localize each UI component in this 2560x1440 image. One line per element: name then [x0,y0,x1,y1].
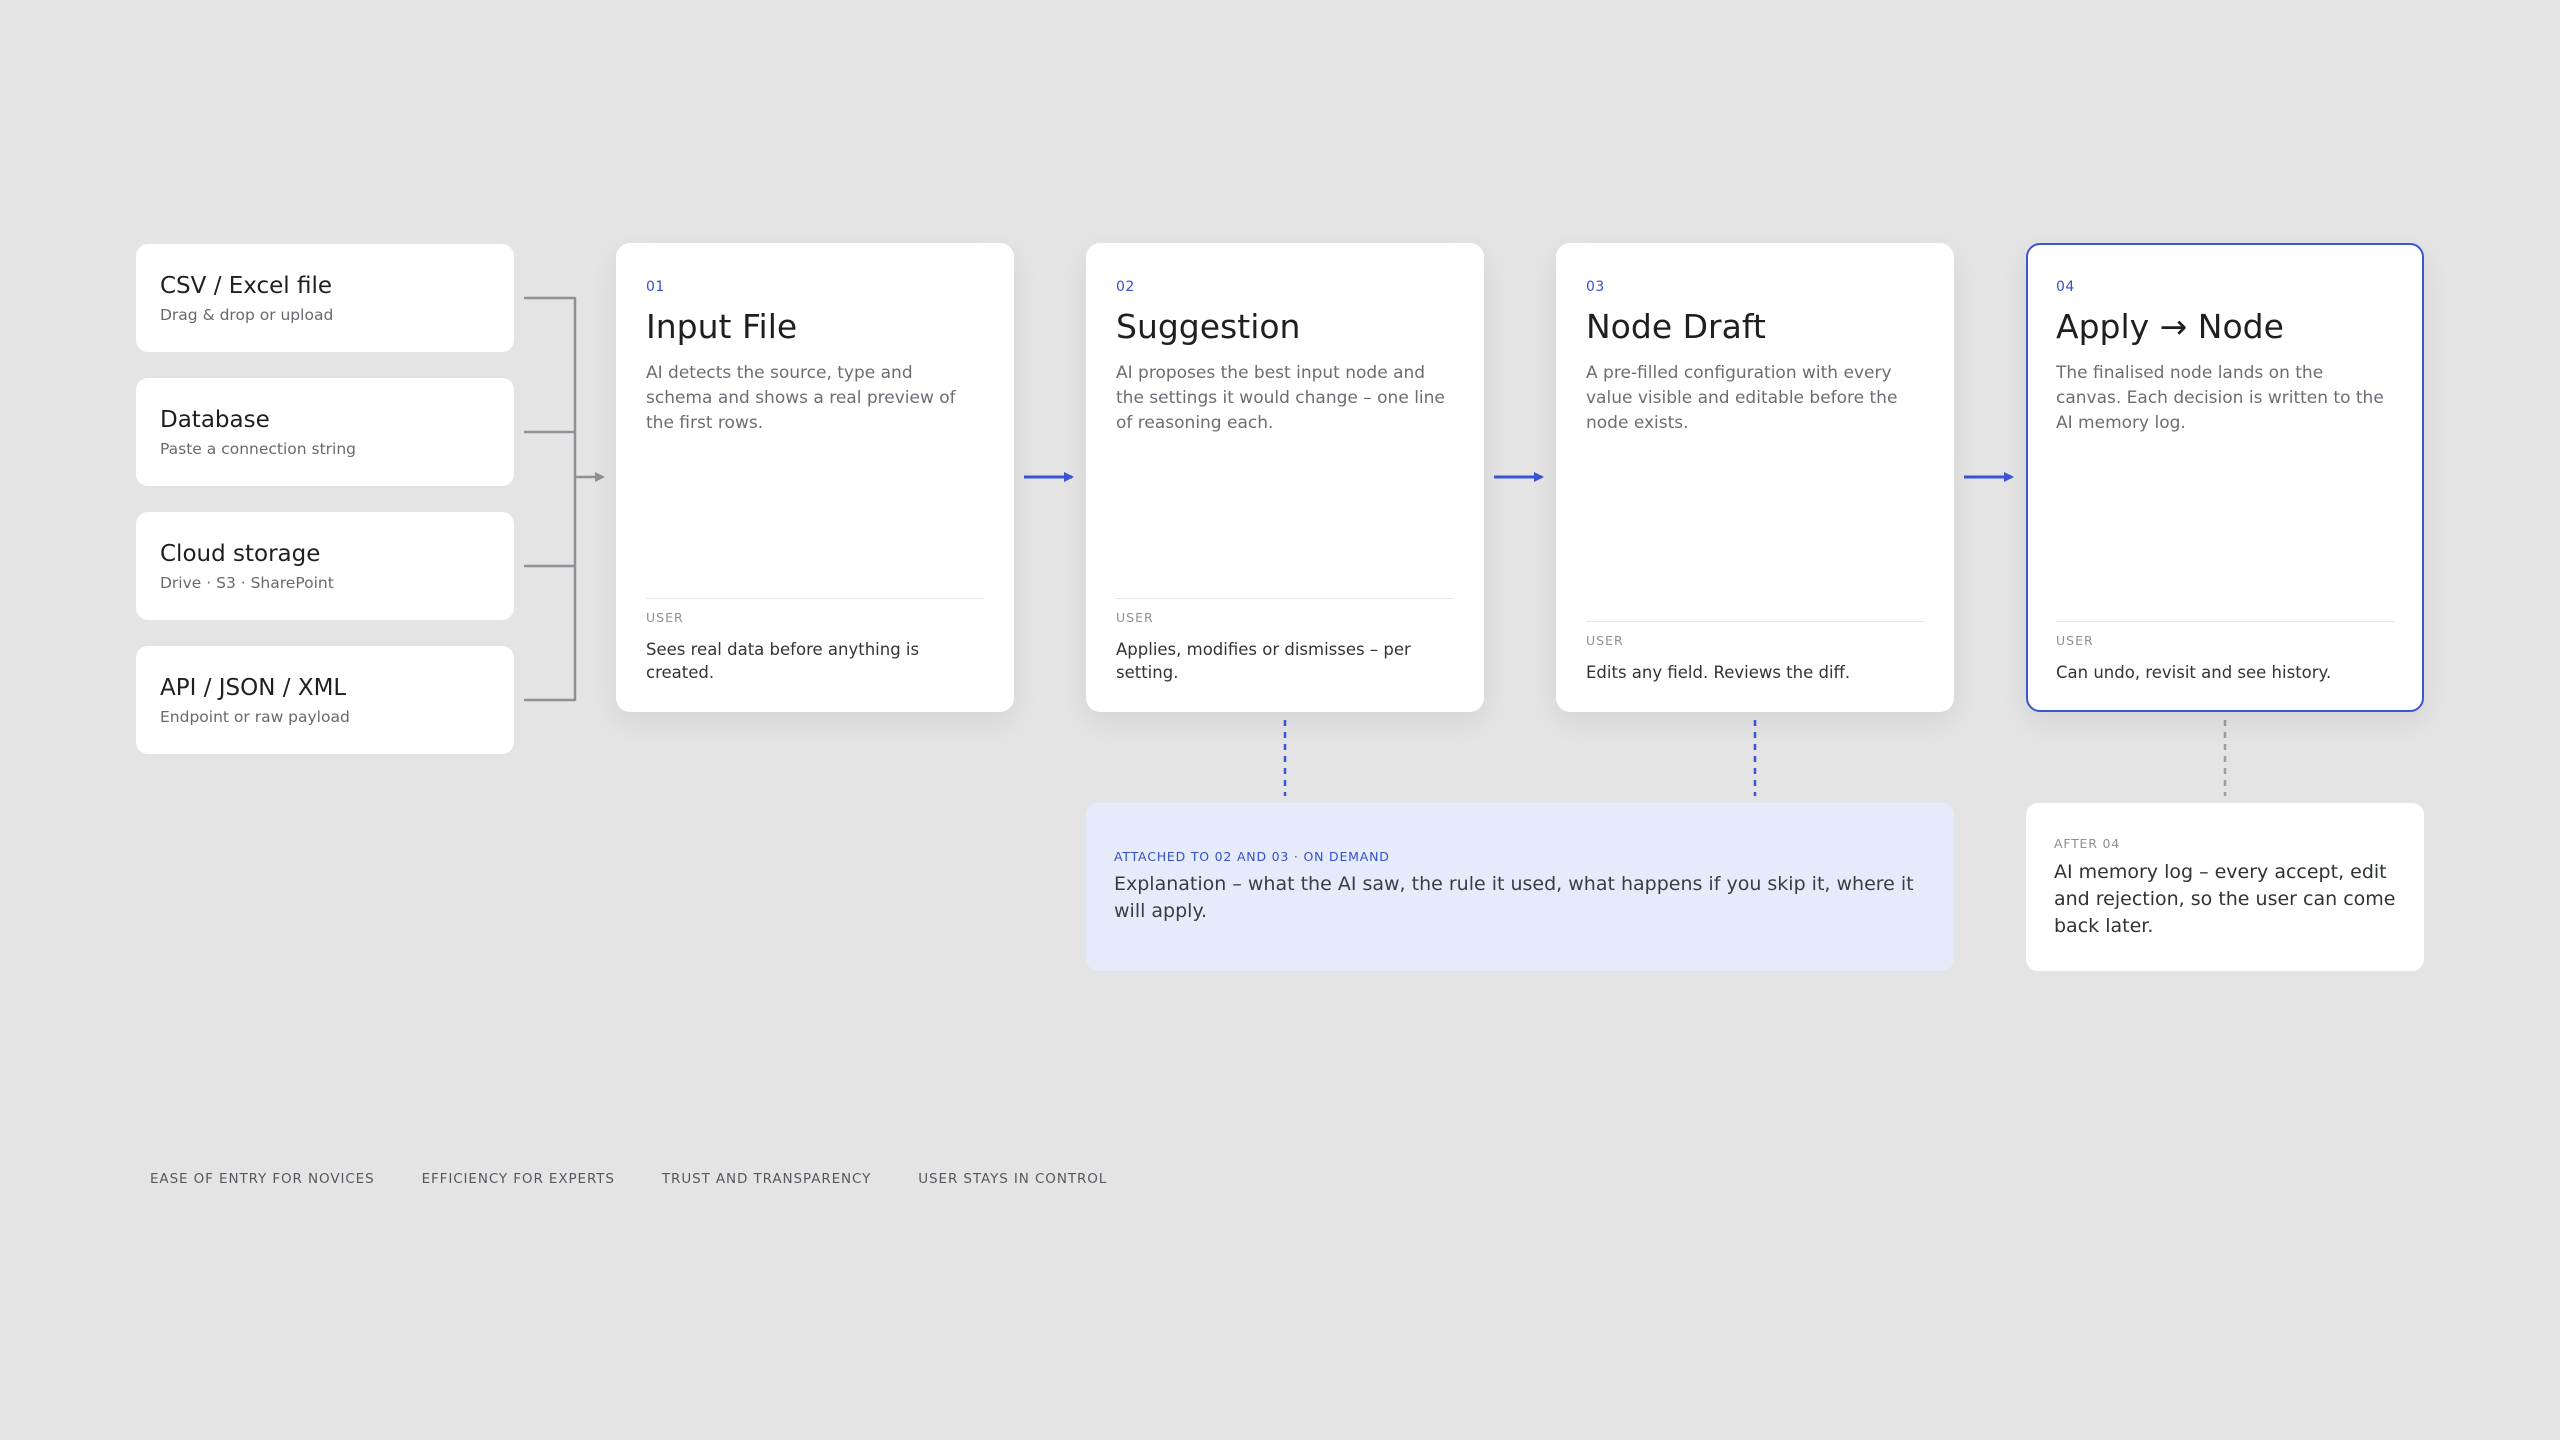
step-number: 04 [2056,279,2075,295]
step-user-section: USER Can undo, revisit and see history. [2056,621,2394,684]
step-card-input-file[interactable]: 01 Input File AI detects the source, typ… [616,243,1014,712]
principles-list: EASE OF ENTRY FOR NOVICES EFFICIENCY FOR… [150,1170,1107,1188]
step-card-apply-node[interactable]: 04 Apply → Node The finalised node lands… [2026,243,2424,712]
step-card-node-draft[interactable]: 03 Node Draft A pre-filled configuration… [1556,243,1954,712]
source-subtitle: Drive · S3 · SharePoint [160,574,334,592]
step-description: A pre-filled configuration with every va… [1586,363,1898,433]
step-user-text: Sees real data before anything is create… [646,640,920,682]
step-number: 01 [646,279,665,295]
step-role-label: USER [1116,610,1154,625]
divider [2056,621,2394,622]
source-title: Cloud storage [160,541,321,567]
source-card-csv-excel[interactable]: CSV / Excel file Drag & drop or upload [136,244,514,352]
step-user-text: Edits any field. Reviews the diff. [1586,663,1851,682]
step-role-label: USER [1586,633,1624,648]
memory-log-note-label: AFTER 04 [2054,836,2121,851]
principle-item: EASE OF ENTRY FOR NOVICES [150,1171,375,1187]
explanation-note[interactable]: ATTACHED TO 02 AND 03 · ON DEMAND Explan… [1086,803,1954,971]
step-description: The finalised node lands on the canvas. … [2056,363,2384,433]
step-description: AI proposes the best input node and the … [1116,363,1445,433]
step-card-suggestion[interactable]: 02 Suggestion AI proposes the best input… [1086,243,1484,712]
source-card-database[interactable]: Database Paste a connection string [136,378,514,486]
divider [646,598,984,599]
explanation-note-text: Explanation – what the AI saw, the rule … [1114,873,1914,922]
memory-log-note[interactable]: AFTER 04 AI memory log – every accept, e… [2026,803,2424,971]
step-role-label: USER [2056,633,2094,648]
divider [1116,598,1454,599]
step-title: Suggestion [1116,307,1301,346]
source-bracket-connector [524,296,577,702]
principle-item: EFFICIENCY FOR EXPERTS [421,1171,615,1187]
step-user-section: USER Edits any field. Reviews the diff. [1586,621,1924,684]
divider [1586,621,1924,622]
step-title: Node Draft [1586,307,1766,346]
principle-item: TRUST AND TRANSPARENCY [661,1171,872,1187]
explanation-note-label: ATTACHED TO 02 AND 03 · ON DEMAND [1114,849,1390,864]
principle-item: USER STAYS IN CONTROL [918,1171,1108,1187]
step-user-text: Can undo, revisit and see history. [2056,663,2332,682]
step-user-text: Applies, modifies or dismisses – per set… [1116,640,1411,682]
step-number: 03 [1586,279,1605,295]
memory-log-note-text: AI memory log – every accept, edit and r… [2054,861,2396,937]
step-user-section: USER Sees real data before anything is c… [646,598,984,684]
step-role-label: USER [646,610,684,625]
step-user-section: USER Applies, modifies or dismisses – pe… [1116,598,1454,684]
step-number: 02 [1116,279,1135,295]
source-title: API / JSON / XML [160,675,347,701]
source-subtitle: Endpoint or raw payload [160,708,350,726]
source-card-api-json-xml[interactable]: API / JSON / XML Endpoint or raw payload [136,646,514,754]
source-subtitle: Drag & drop or upload [160,306,334,324]
source-subtitle: Paste a connection string [160,440,357,458]
source-title: Database [160,407,270,433]
step-description: AI detects the source, type and schema a… [646,363,956,433]
step-title: Input File [646,307,798,346]
source-card-cloud-storage[interactable]: Cloud storage Drive · S3 · SharePoint [136,512,514,620]
source-title: CSV / Excel file [160,273,333,299]
step-title: Apply → Node [2056,307,2284,346]
